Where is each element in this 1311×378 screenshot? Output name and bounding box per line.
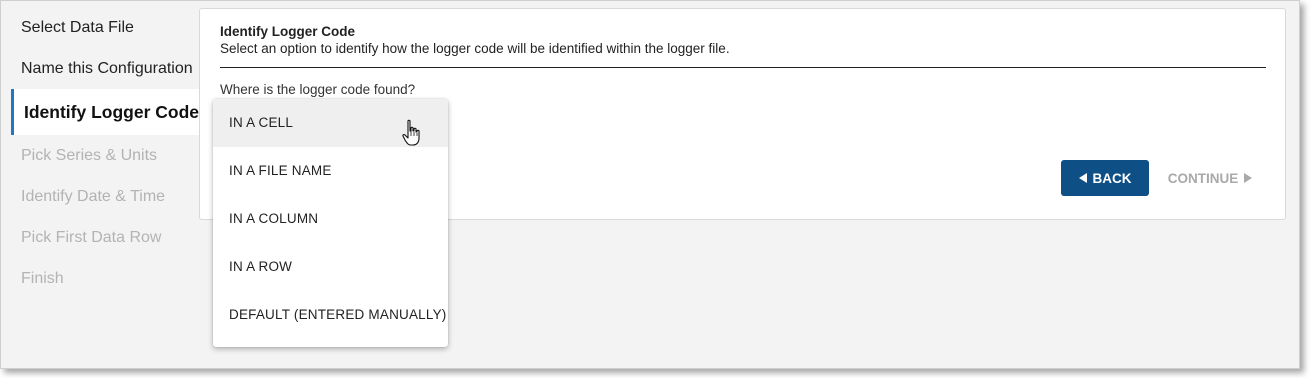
option-in-a-row[interactable]: IN A ROW bbox=[213, 243, 448, 291]
step-finish: Finish bbox=[21, 270, 64, 287]
step-identify-date-time: Identify Date & Time bbox=[21, 188, 166, 205]
continue-button-label: CONTINUE bbox=[1167, 170, 1239, 186]
option-default-entered-manually[interactable]: DEFAULT (ENTERED MANUALLY) bbox=[213, 291, 448, 339]
option-in-a-column[interactable]: IN A COLUMN bbox=[213, 195, 448, 243]
hand-pointer-icon bbox=[402, 119, 420, 146]
step-pick-first-data-row: Pick First Data Row bbox=[21, 229, 162, 246]
divider bbox=[220, 67, 1266, 68]
triangle-left-icon bbox=[1078, 173, 1087, 183]
wizard-steps-sidebar: Select Data File Name this Configuration… bbox=[11, 7, 201, 299]
continue-button: CONTINUE bbox=[1160, 160, 1260, 196]
card-subtitle: Select an option to identify how the log… bbox=[220, 41, 730, 56]
back-button[interactable]: BACK bbox=[1061, 160, 1149, 196]
step-pick-series-units: Pick Series & Units bbox=[21, 147, 158, 164]
step-name-configuration[interactable]: Name this Configuration bbox=[11, 48, 201, 89]
wizard-window: Select Data File Name this Configuration… bbox=[0, 0, 1300, 369]
triangle-right-icon bbox=[1244, 173, 1253, 183]
back-button-label: BACK bbox=[1092, 170, 1132, 186]
step-identify-logger-code[interactable]: Identify Logger Code bbox=[11, 89, 201, 135]
step-select-data-file[interactable]: Select Data File bbox=[11, 7, 201, 48]
option-in-a-file-name[interactable]: IN A FILE NAME bbox=[213, 147, 448, 195]
logger-code-question-label: Where is the logger code found? bbox=[220, 82, 416, 97]
card-title: Identify Logger Code bbox=[220, 24, 355, 39]
